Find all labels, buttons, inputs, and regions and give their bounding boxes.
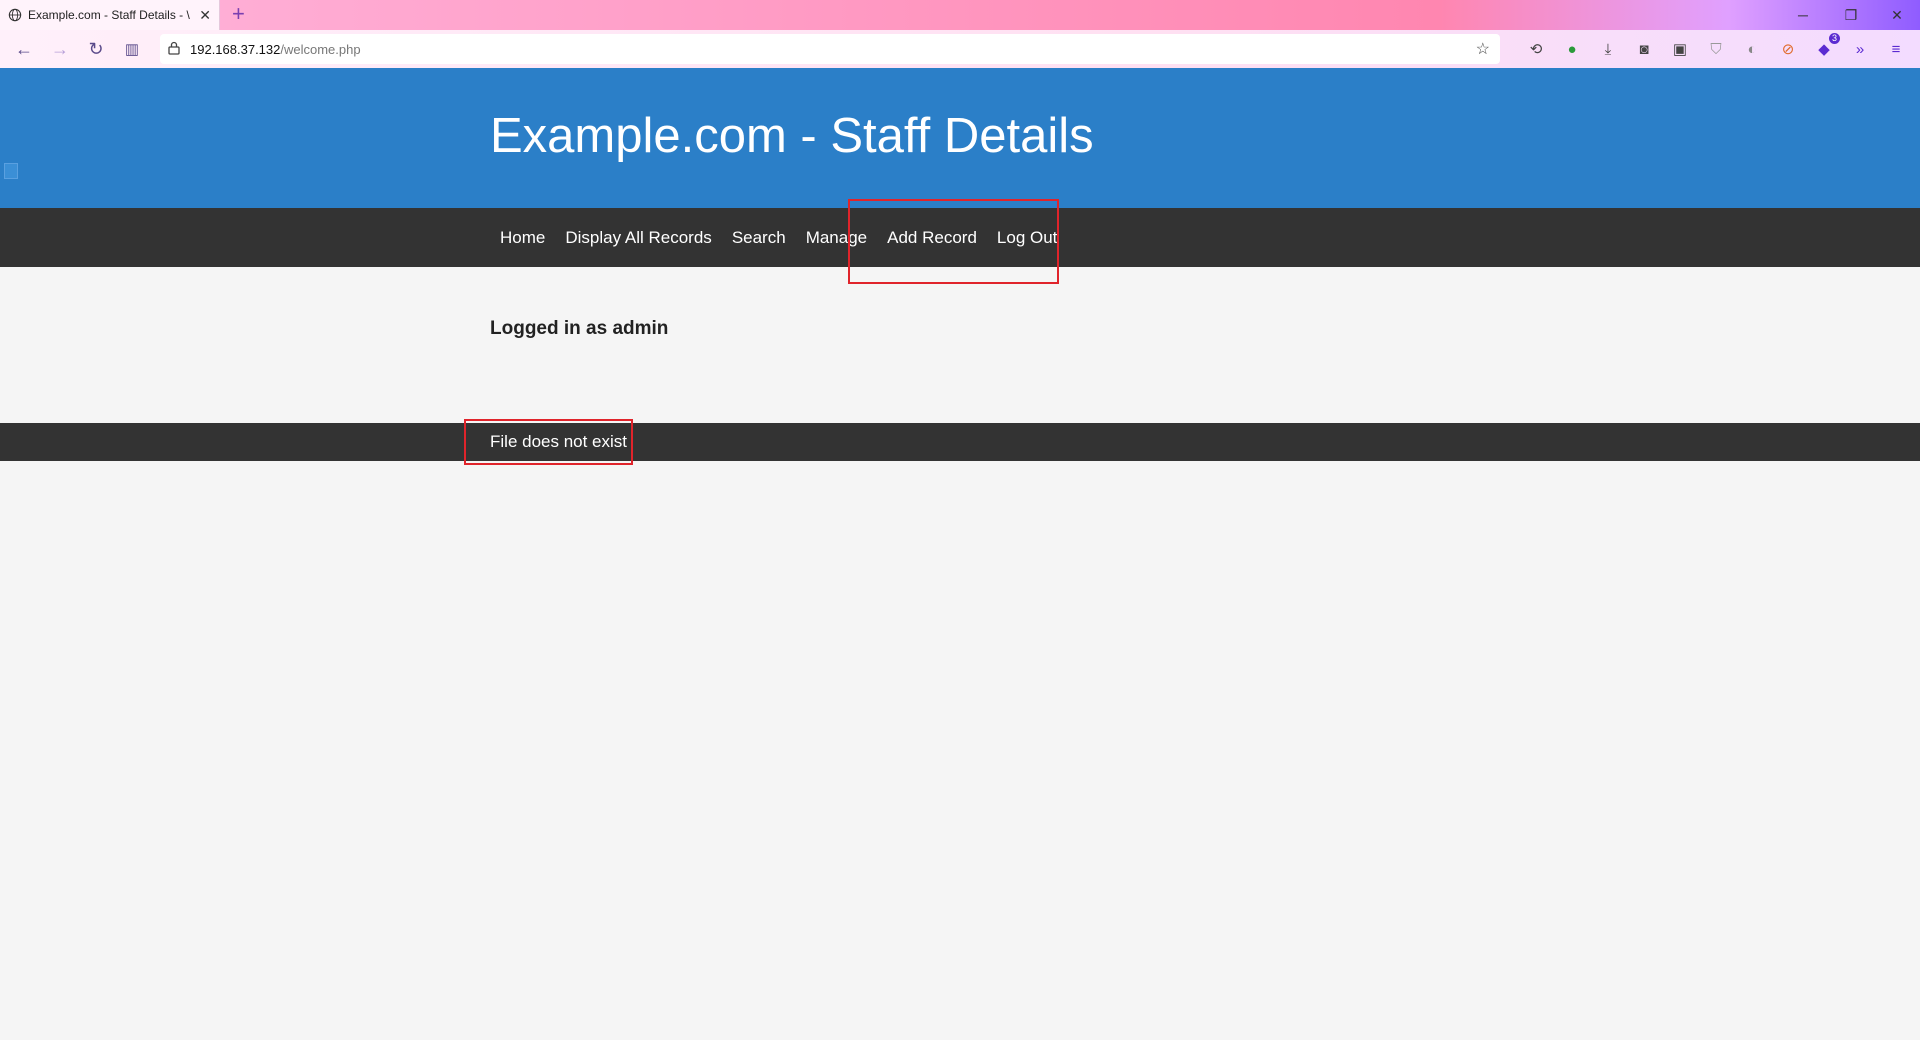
- address-bar[interactable]: 192.168.37.132/welcome.php ☆: [160, 34, 1500, 64]
- new-tab-icon[interactable]: +: [232, 2, 245, 26]
- page-title: Example.com - Staff Details: [490, 109, 1094, 163]
- footer-bar: File does not exist: [0, 423, 1920, 461]
- highlight-box-nav: [848, 199, 1059, 284]
- extension-icon-1[interactable]: ⟲: [1526, 39, 1546, 59]
- tab-title: Example.com - Staff Details - \: [28, 8, 190, 22]
- shield-icon[interactable]: ⛉: [1706, 39, 1726, 59]
- extension-icon-2[interactable]: ●: [1562, 39, 1582, 59]
- restore-icon[interactable]: ❐: [1828, 0, 1874, 30]
- camera-icon[interactable]: ◙: [1634, 39, 1654, 59]
- extension-icon-3[interactable]: ▣: [1670, 39, 1690, 59]
- extension-badge: 3: [1828, 33, 1840, 44]
- close-tab-icon[interactable]: ✕: [199, 7, 211, 24]
- nav-display-all-records[interactable]: Display All Records: [555, 228, 721, 248]
- minimize-icon[interactable]: ─: [1780, 0, 1826, 30]
- browser-toolbar: ← → ↻ ▥ 192.168.37.132/welcome.php ☆ ⟲ ●…: [0, 30, 1920, 69]
- globe-icon: [8, 8, 22, 22]
- nav-home[interactable]: Home: [490, 228, 555, 248]
- back-icon[interactable]: ←: [10, 35, 38, 63]
- menu-icon[interactable]: ≡: [1886, 39, 1906, 59]
- nav-search[interactable]: Search: [722, 228, 796, 248]
- highlight-box-footer: [464, 419, 633, 465]
- extension-icon-4[interactable]: ◐: [1742, 39, 1762, 59]
- url-host: 192.168.37.132: [190, 41, 281, 57]
- lock-icon: [168, 41, 180, 58]
- url-path: /welcome.php: [280, 41, 361, 57]
- logged-in-status: Logged in as admin: [490, 318, 669, 339]
- browser-tab[interactable]: Example.com - Staff Details - \ ✕: [0, 0, 220, 30]
- reload-icon[interactable]: ↻: [82, 35, 110, 63]
- browser-tab-strip: Example.com - Staff Details - \ ✕ + ─ ❐ …: [0, 0, 1920, 30]
- sidebar-icon[interactable]: ▥: [118, 35, 146, 63]
- extension-icon-6[interactable]: ◆ 3: [1814, 33, 1840, 59]
- close-window-icon[interactable]: ✕: [1874, 0, 1920, 30]
- extension-icon-5[interactable]: ⊘: [1778, 39, 1798, 59]
- overflow-chevron-icon[interactable]: »: [1850, 39, 1870, 59]
- left-edge-marker: [4, 163, 18, 179]
- download-icon[interactable]: ⤓: [1598, 39, 1618, 59]
- site-header: Example.com - Staff Details: [0, 68, 1920, 208]
- forward-icon[interactable]: →: [46, 35, 74, 63]
- bookmark-star-icon[interactable]: ☆: [1476, 39, 1490, 59]
